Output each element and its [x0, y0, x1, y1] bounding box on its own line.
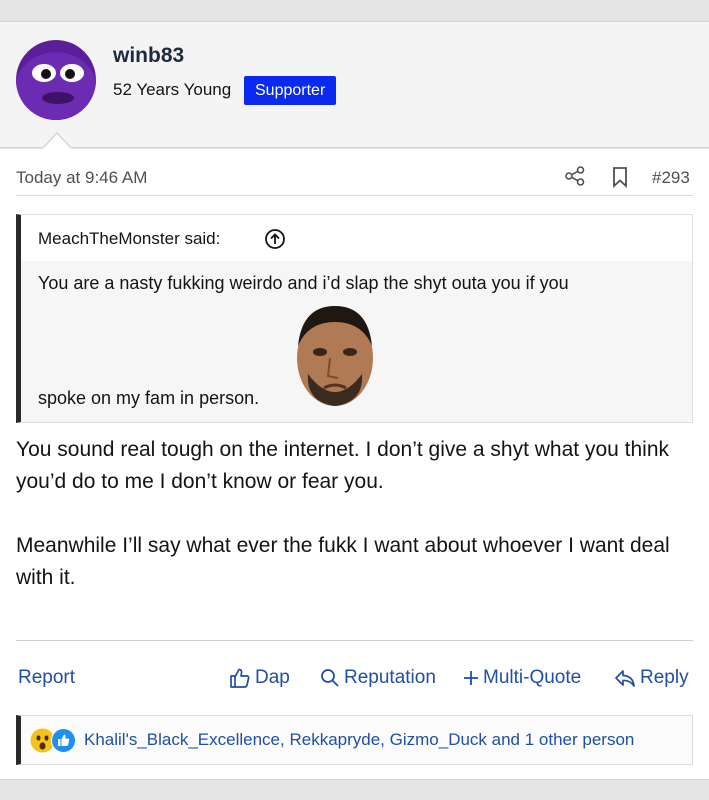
search-icon	[320, 668, 340, 688]
dap-label: Dap	[255, 667, 290, 688]
share-icon[interactable]	[564, 165, 586, 187]
report-label: Report	[18, 667, 76, 688]
reactions-users[interactable]: Khalil's_Black_Excellence, Rekkapryde, G…	[84, 730, 634, 750]
post-actions: Report Dap Reputation Multi-Quote Reply	[16, 640, 693, 718]
supporter-badge: Supporter	[244, 76, 337, 105]
report-button[interactable]: Report	[18, 667, 75, 689]
reply-button[interactable]: Reply	[614, 667, 689, 689]
user-title: 52 Years Young	[113, 80, 232, 99]
arrow-up-circle-icon[interactable]	[264, 228, 286, 250]
bottom-strip	[0, 781, 709, 800]
quote-text-line: spoke on my fam in person.	[38, 388, 260, 408]
bookmark-icon[interactable]	[610, 166, 630, 189]
plus-icon	[463, 670, 479, 686]
reputation-button[interactable]: Reputation	[320, 667, 436, 689]
post-body-paragraph: You sound real tough on the internet. I …	[16, 438, 669, 493]
multi-quote-label: Multi-Quote	[483, 667, 582, 688]
quote-block: MeachTheMonster said: You are a nasty fu…	[16, 214, 693, 423]
dap-button[interactable]: Dap	[229, 667, 290, 689]
post-body-paragraph: Meanwhile I’ll say what ever the fukk I …	[16, 534, 670, 589]
quote-text-line: You are a nasty fukking weirdo and i’d s…	[38, 273, 569, 293]
thumbs-up-icon	[229, 667, 251, 689]
user-header: winb83 52 Years Young Supporter	[0, 22, 709, 148]
reply-icon	[614, 668, 636, 688]
post: Today at 9:46 AM #293 MeachTheMonster sa…	[0, 149, 709, 780]
post-number[interactable]: #293	[652, 168, 690, 188]
username[interactable]: winb83	[113, 44, 184, 68]
post-meta: Today at 9:46 AM #293	[16, 149, 693, 196]
multi-quote-button[interactable]: Multi-Quote	[463, 667, 581, 689]
top-strip	[0, 0, 709, 22]
face-emoji-image	[292, 300, 378, 410]
reply-label: Reply	[640, 667, 689, 688]
avatar[interactable]	[16, 40, 96, 120]
like-reaction-icon	[51, 728, 76, 753]
quote-header: MeachTheMonster said:	[21, 215, 692, 261]
post-date[interactable]: Today at 9:46 AM	[16, 168, 147, 188]
quote-author[interactable]: MeachTheMonster said:	[38, 229, 220, 249]
reactions-bar[interactable]: Khalil's_Black_Excellence, Rekkapryde, G…	[16, 715, 693, 765]
header-pointer-fill	[43, 134, 71, 149]
reputation-label: Reputation	[344, 667, 436, 688]
